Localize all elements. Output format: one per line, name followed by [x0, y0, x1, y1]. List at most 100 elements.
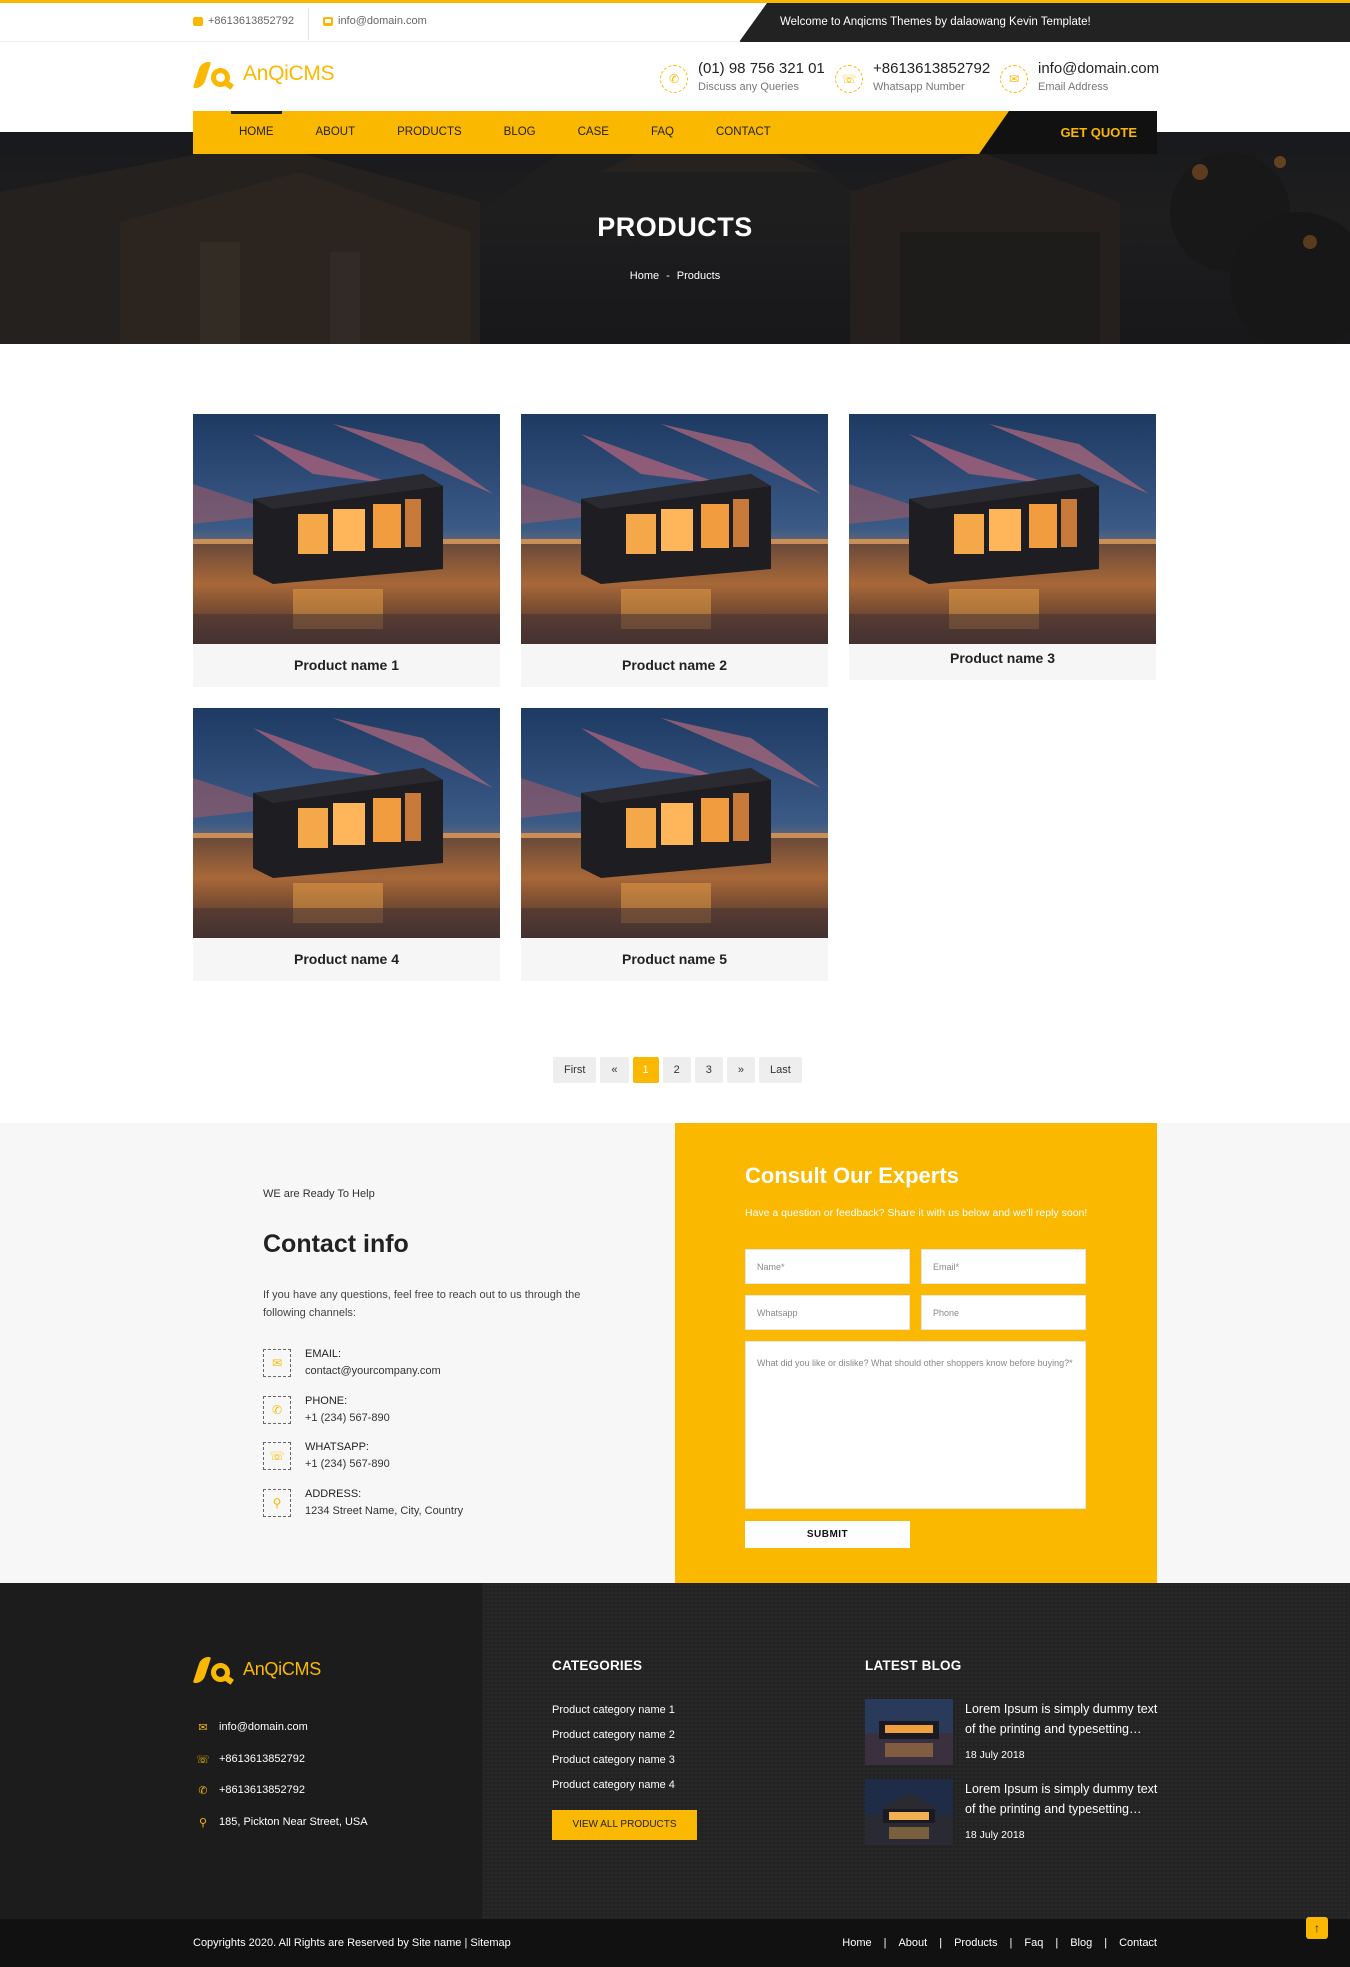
- product-card[interactable]: Product name 3: [849, 414, 1156, 680]
- contact-phone: ✆ PHONE: +1 (234) 567-890: [263, 1393, 390, 1427]
- main-nav: HOME ABOUT PRODUCTS BLOG CASE FAQ CONTAC…: [193, 111, 1157, 154]
- mail-icon: ✉: [1000, 65, 1028, 93]
- page-3[interactable]: 3: [694, 1057, 723, 1083]
- view-all-products-button[interactable]: VIEW ALL PRODUCTS: [552, 1810, 697, 1840]
- contact-title: Contact info: [263, 1230, 409, 1258]
- product-image[interactable]: [521, 414, 828, 644]
- page-prev[interactable]: «: [600, 1057, 629, 1083]
- separator: |: [883, 1937, 887, 1949]
- consult-form: Consult Our Experts Have a question or f…: [675, 1123, 1157, 1583]
- bottom-link-contact[interactable]: Contact: [1119, 1937, 1157, 1949]
- contact-email: ✉ EMAIL: contact@yourcompany.com: [263, 1346, 441, 1380]
- bottom-link-products[interactable]: Products: [954, 1937, 997, 1949]
- contact-description: If you have any questions, feel free to …: [263, 1289, 581, 1319]
- blog-thumbnail[interactable]: [865, 1779, 953, 1845]
- phone-icon: ✆: [198, 1784, 208, 1797]
- header-info-email[interactable]: ✉ info@domain.com Email Address: [1000, 59, 1159, 95]
- footer: AnQiCMS ✉ info@domain.com ☏ +8613613852792…: [0, 1583, 1350, 1919]
- email-input[interactable]: [921, 1249, 1086, 1284]
- phone-input[interactable]: [921, 1295, 1086, 1330]
- product-name[interactable]: Product name 2: [521, 644, 828, 687]
- page-2[interactable]: 2: [662, 1057, 691, 1083]
- blog-thumbnail[interactable]: [865, 1699, 953, 1765]
- whatsapp-input[interactable]: [745, 1295, 910, 1330]
- separator: |: [939, 1937, 943, 1949]
- name-input[interactable]: [745, 1249, 910, 1284]
- nav-about[interactable]: ABOUT: [316, 111, 356, 154]
- header-info-whatsapp[interactable]: ☏ +8613613852792 Whatsapp Number: [835, 59, 990, 95]
- categories-heading: CATEGORIES: [552, 1658, 643, 1673]
- get-quote-button[interactable]: GET QUOTE: [979, 111, 1157, 154]
- footer-category-link[interactable]: Product category name 3: [552, 1754, 675, 1766]
- page-last[interactable]: Last: [759, 1057, 802, 1083]
- location-pin-icon: ⚲: [263, 1489, 291, 1517]
- footer-whatsapp[interactable]: ☏ +8613613852792: [196, 1753, 305, 1766]
- phone-icon: ✆: [263, 1396, 291, 1424]
- product-image[interactable]: [849, 414, 1156, 644]
- breadcrumb-home[interactable]: Home: [630, 270, 659, 282]
- footer-email[interactable]: ✉ info@domain.com: [197, 1721, 307, 1734]
- nav-products[interactable]: PRODUCTS: [397, 111, 462, 154]
- contact-whatsapp: ☏ WHATSAPP: +1 (234) 567-890: [263, 1439, 390, 1473]
- footer-category-link[interactable]: Product category name 4: [552, 1779, 675, 1791]
- top-bar: +8613613852792 info@domain.com Welcome t…: [0, 0, 1350, 42]
- breadcrumb-current: Products: [676, 270, 721, 282]
- footer-logo[interactable]: AnQiCMS: [192, 1653, 321, 1685]
- footer-category-link[interactable]: Product category name 2: [552, 1729, 675, 1741]
- product-image[interactable]: [193, 414, 500, 644]
- bottom-link-faq[interactable]: Faq: [1024, 1937, 1043, 1949]
- separator: |: [1055, 1937, 1059, 1949]
- product-name[interactable]: Product name 5: [521, 938, 828, 981]
- latest-blog-heading: LATEST BLOG: [865, 1658, 962, 1673]
- page-first[interactable]: First: [553, 1057, 597, 1083]
- pagination: First « 1 2 3 » Last: [553, 1057, 802, 1083]
- nav-blog[interactable]: BLOG: [504, 111, 536, 154]
- whatsapp-icon: ☏: [196, 1753, 210, 1766]
- product-name[interactable]: Product name 3: [849, 644, 1156, 680]
- copyright: Copyrights 2020. All Rights are Reserved…: [193, 1937, 511, 1949]
- contact-address: ⚲ ADDRESS: 1234 Street Name, City, Countr…: [263, 1486, 463, 1520]
- footer-address: ⚲ 185, Pickton Near Street, USA: [198, 1816, 368, 1829]
- message-textarea[interactable]: [745, 1341, 1086, 1509]
- footer-category-link[interactable]: Product category name 1: [552, 1704, 675, 1716]
- topbar-email[interactable]: info@domain.com: [323, 15, 427, 27]
- bottom-link-home[interactable]: Home: [842, 1937, 871, 1949]
- blog-item[interactable]: Lorem Ipsum is simply dummy text of the …: [865, 1699, 1160, 1765]
- product-image[interactable]: [193, 708, 500, 938]
- nav-contact[interactable]: CONTACT: [716, 111, 771, 154]
- bottom-link-about[interactable]: About: [898, 1937, 927, 1949]
- form-subtitle: Have a question or feedback? Share it wi…: [745, 1207, 1088, 1219]
- breadcrumb-separator: -: [666, 270, 670, 282]
- bottom-link-blog[interactable]: Blog: [1070, 1937, 1092, 1949]
- back-to-top-button[interactable]: ↑: [1306, 1917, 1328, 1939]
- page-title: PRODUCTS: [597, 212, 753, 242]
- topbar-phone[interactable]: +8613613852792: [193, 15, 294, 27]
- submit-button[interactable]: SUBMIT: [745, 1521, 910, 1548]
- product-image[interactable]: [521, 708, 828, 938]
- divider: [308, 8, 309, 40]
- whatsapp-icon: ☏: [263, 1442, 291, 1470]
- product-card[interactable]: Product name 2: [521, 414, 828, 687]
- product-card[interactable]: Product name 4: [193, 708, 500, 981]
- product-card[interactable]: Product name 5: [521, 708, 828, 981]
- bottom-bar: Copyrights 2020. All Rights are Reserved…: [0, 1919, 1350, 1967]
- site-logo[interactable]: AnQiCMS: [192, 58, 335, 90]
- nav-home[interactable]: HOME: [231, 111, 281, 154]
- product-card[interactable]: Product name 1: [193, 414, 500, 687]
- page-1[interactable]: 1: [632, 1057, 659, 1083]
- location-pin-icon: ⚲: [198, 1816, 208, 1829]
- separator: |: [1104, 1937, 1108, 1949]
- whatsapp-icon: ☏: [835, 65, 863, 93]
- nav-faq[interactable]: FAQ: [651, 111, 674, 154]
- header-info-phone[interactable]: ✆ (01) 98 756 321 01 Discuss any Queries: [660, 59, 825, 95]
- product-name[interactable]: Product name 4: [193, 938, 500, 981]
- blog-item[interactable]: Lorem Ipsum is simply dummy text of the …: [865, 1779, 1160, 1845]
- nav-case[interactable]: CASE: [578, 111, 609, 154]
- phone-icon: ✆: [660, 65, 688, 93]
- page-banner: PRODUCTS Home - Products: [0, 132, 1350, 344]
- product-name[interactable]: Product name 1: [193, 644, 500, 687]
- contact-eyebrow: WE are Ready To Help: [263, 1188, 375, 1200]
- page-next[interactable]: »: [726, 1057, 756, 1083]
- separator: |: [1009, 1937, 1013, 1949]
- footer-phone[interactable]: ✆ +8613613852792: [197, 1784, 305, 1797]
